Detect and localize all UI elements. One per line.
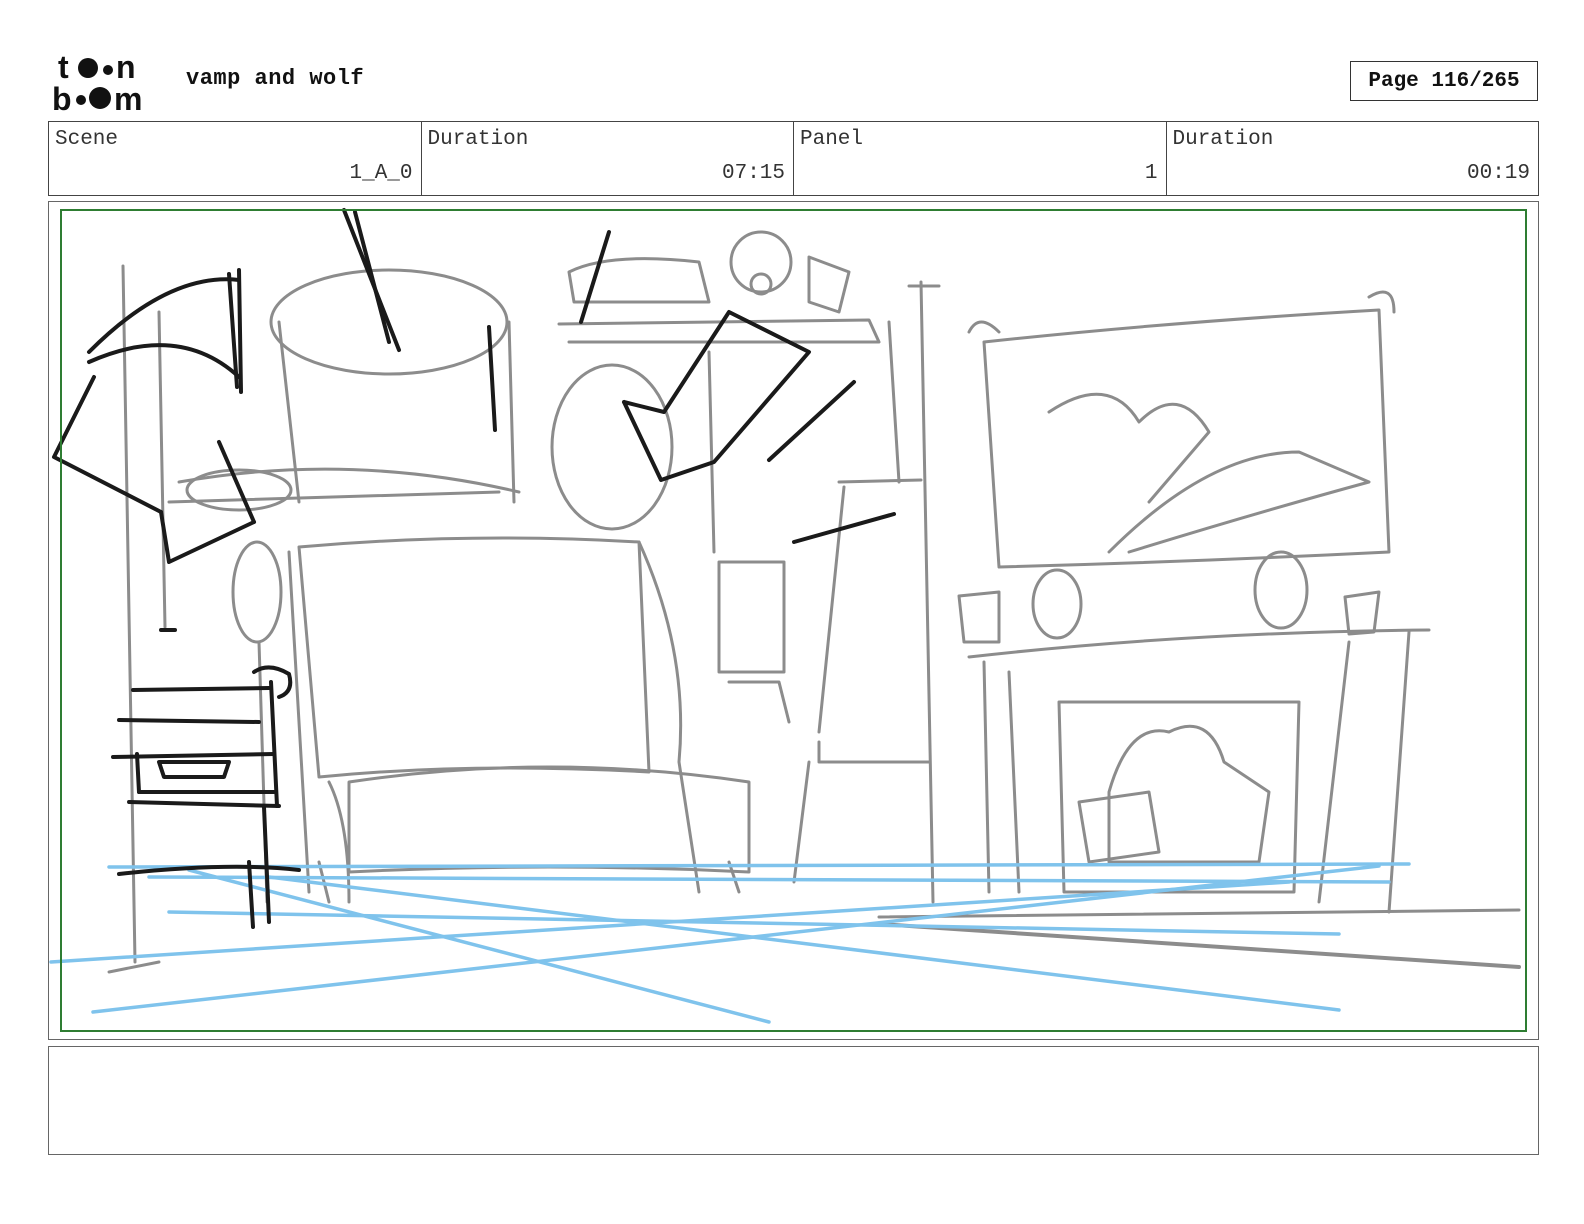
svg-text:t: t (58, 50, 69, 85)
scene-duration-label: Duration (427, 128, 529, 151)
panel-duration-value: 00:19 (1466, 162, 1530, 185)
scene-cell: Scene 1_A_0 (49, 122, 422, 195)
safe-area-frame (60, 209, 1527, 1032)
panel-cell: Panel 1 (794, 122, 1167, 195)
svg-text:n: n (116, 50, 136, 85)
scene-duration-value: 07:15 (721, 162, 785, 185)
page-indicator: Page 116/265 (1350, 61, 1538, 101)
svg-text:m: m (114, 81, 142, 112)
toon-boom-logo: t n b m (52, 50, 142, 112)
svg-text:b: b (52, 81, 72, 112)
scene-duration-cell: Duration 07:15 (422, 122, 794, 195)
panel-notes-box[interactable] (48, 1046, 1539, 1155)
scene-value: 1_A_0 (349, 162, 413, 185)
panel-info-bar: Scene 1_A_0 Duration 07:15 Panel 1 Durat… (48, 121, 1539, 196)
panel-duration-cell: Duration 00:19 (1167, 122, 1539, 195)
panel-value: 1 (1144, 162, 1158, 185)
panel-label: Panel (800, 128, 864, 151)
scene-label: Scene (55, 128, 119, 151)
project-title: vamp and wolf (186, 66, 365, 91)
panel-duration-label: Duration (1172, 128, 1274, 151)
